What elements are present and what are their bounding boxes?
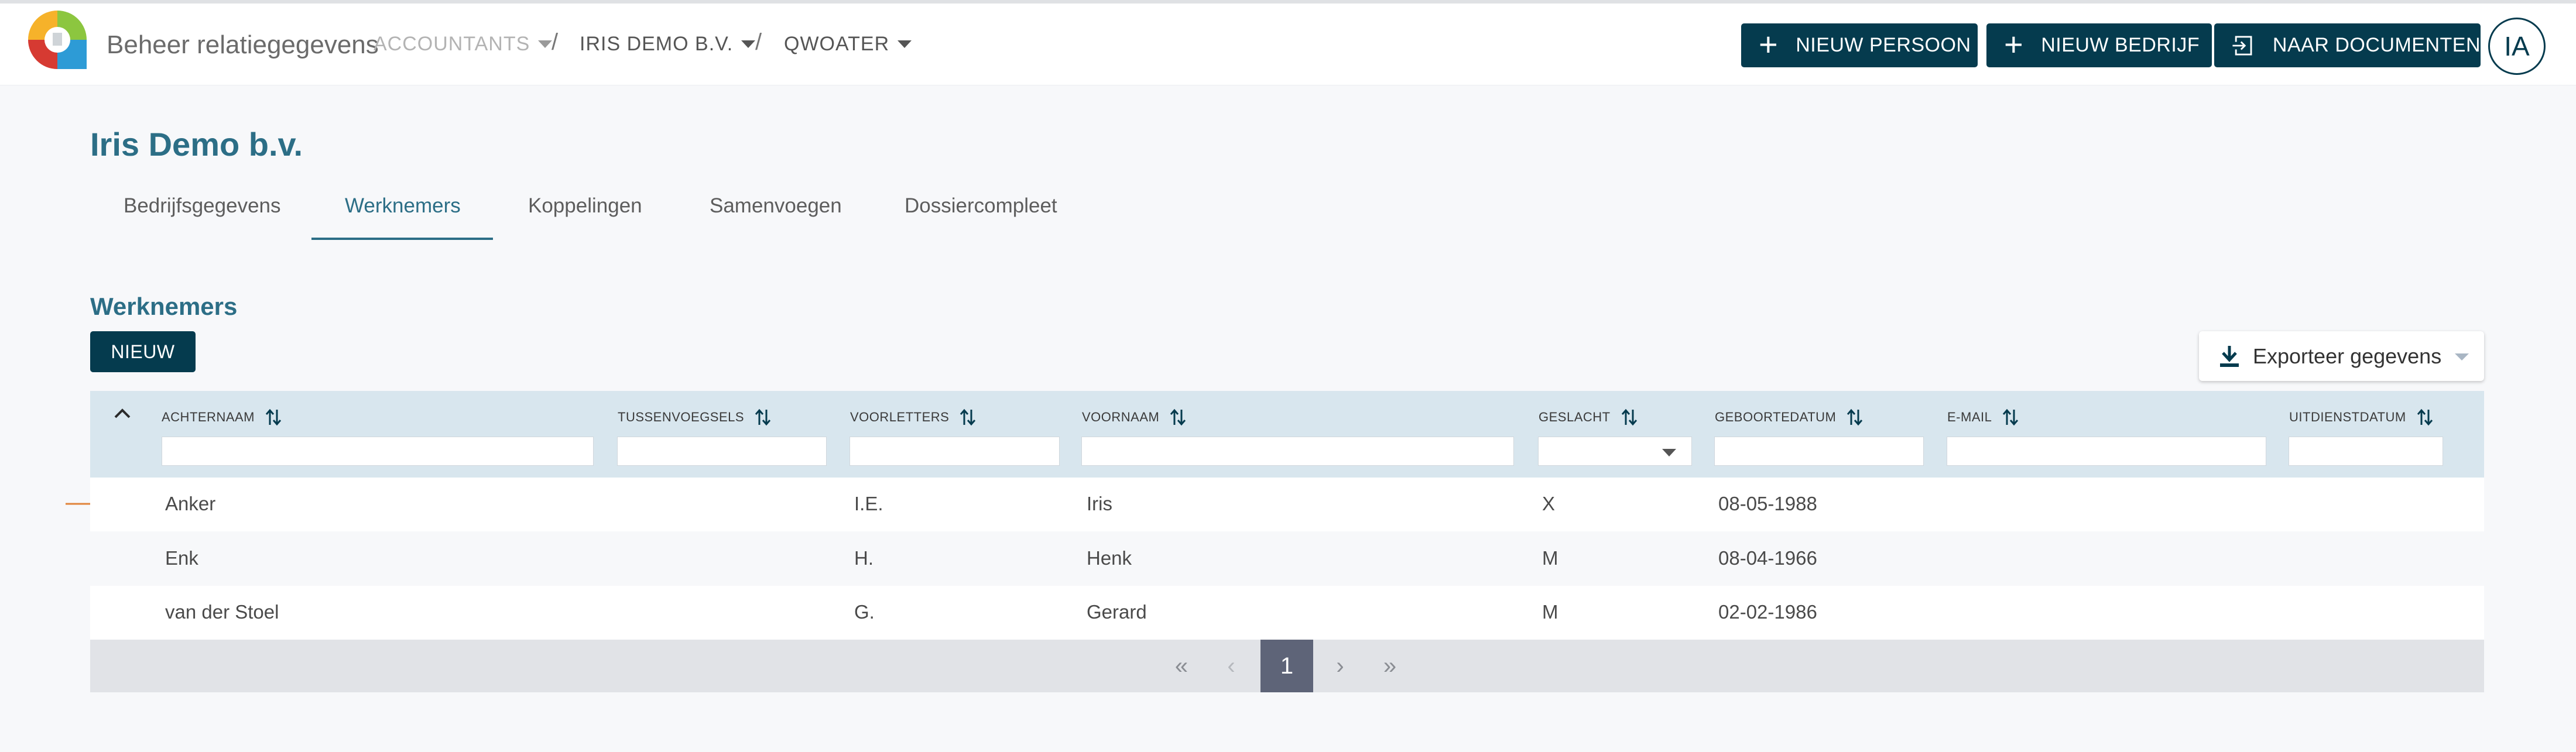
cell-voornaam: Henk [1087, 547, 1132, 569]
sort-icon [1847, 408, 1863, 426]
table-row[interactable]: van der Stoel G. Gerard M 02-02-1986 [90, 586, 2484, 640]
to-documents-label: NAAR DOCUMENTEN [2272, 34, 2481, 56]
caret-down-icon [741, 40, 756, 48]
cell-voorletters: I.E. [854, 493, 883, 514]
sort-icon [265, 408, 282, 426]
filter-geslacht-select[interactable] [1538, 437, 1692, 466]
app-header: Beheer relatiegegevens ACCOUNTANTS / IRI… [0, 4, 2576, 85]
cell-geslacht: M [1542, 547, 1558, 569]
table-row[interactable]: Enk H. Henk M 08-04-1966 [90, 532, 2484, 586]
breadcrumb-label: ACCOUNTANTS [374, 33, 530, 55]
filter-uitdienstdatum-input[interactable] [2289, 437, 2443, 466]
breadcrumb-label: QWOATER [784, 33, 890, 55]
sort-icon [1621, 408, 1637, 426]
breadcrumb-separator: / [755, 29, 762, 55]
cell-geslacht: X [1542, 493, 1556, 514]
tab-werknemers[interactable]: Werknemers [345, 194, 461, 218]
sort-icon [1170, 408, 1186, 426]
column-label: ACHTERNAAM [162, 410, 255, 424]
column-label: GESLACHT [1539, 410, 1611, 424]
cell-achternaam: van der Stoel [165, 601, 279, 623]
breadcrumb-qwoater[interactable]: QWOATER [784, 33, 912, 56]
tab-bedrijfsgegevens[interactable]: Bedrijfsgegevens [124, 194, 281, 218]
export-data-button[interactable]: Exporteer gegevens [2199, 331, 2484, 381]
cell-geboortedatum: 02-02-1986 [1718, 601, 1817, 623]
pagination: « ‹ 1 › » [90, 640, 2484, 692]
cell-geslacht: M [1542, 601, 1558, 623]
column-header-voornaam[interactable]: VOORNAAM [1082, 408, 1186, 426]
caret-down-icon [1662, 449, 1676, 456]
new-employee-button[interactable]: NIEUW [90, 331, 196, 372]
cell-voorletters: H. [854, 547, 873, 569]
filter-geboortedatum-input[interactable] [1714, 437, 1924, 466]
new-company-button[interactable]: + NIEUW BEDRIJF [1986, 23, 2212, 67]
column-header-geboortedatum[interactable]: GEBOORTEDATUM [1715, 408, 1863, 426]
cell-geboortedatum: 08-04-1966 [1718, 547, 1817, 569]
caret-down-icon [898, 40, 912, 48]
column-header-geslacht[interactable]: GESLACHT [1539, 408, 1638, 426]
to-documents-button[interactable]: NAAR DOCUMENTEN [2214, 23, 2481, 67]
tab-samenvoegen[interactable]: Samenvoegen [710, 194, 842, 218]
section-title: Werknemers [90, 293, 238, 320]
filter-tussenvoegsels-input[interactable] [617, 437, 827, 466]
plus-icon: + [2004, 25, 2024, 63]
new-person-label: NIEUW PERSOON [1796, 34, 1971, 56]
cell-voornaam: Iris [1087, 493, 1112, 514]
caret-down-icon [538, 40, 553, 48]
column-label: UITDIENSTDATUM [2289, 410, 2406, 424]
current-page-button[interactable]: 1 [1260, 640, 1313, 692]
cell-geboortedatum: 08-05-1988 [1718, 493, 1817, 514]
page-title: Iris Demo b.v. [90, 126, 303, 163]
cell-achternaam: Anker [165, 493, 216, 514]
table-row[interactable]: Anker I.E. Iris X 08-05-1988 [90, 478, 2484, 531]
breadcrumb-separator: / [551, 29, 559, 55]
column-header-email[interactable]: E-MAIL [1947, 408, 2019, 426]
cell-voorletters: G. [854, 601, 875, 623]
last-page-button[interactable]: » [1366, 640, 1413, 692]
filter-voornaam-input[interactable] [1081, 437, 1514, 466]
active-tab-indicator [311, 238, 493, 240]
column-label: TUSSENVOEGSELS [618, 410, 745, 424]
filter-email-input[interactable] [1947, 437, 2266, 466]
breadcrumb-label: IRIS DEMO B.V. [580, 33, 734, 55]
column-label: E-MAIL [1947, 410, 1992, 424]
new-person-button[interactable]: + NIEUW PERSOON [1741, 23, 1978, 67]
sort-icon [2003, 408, 2019, 426]
sort-icon [960, 408, 976, 426]
column-header-tussenvoegsels[interactable]: TUSSENVOEGSELS [618, 408, 771, 426]
cell-achternaam: Enk [165, 547, 198, 569]
column-header-uitdienstdatum[interactable]: UITDIENSTDATUM [2289, 408, 2433, 426]
plus-icon: + [1759, 25, 1779, 63]
first-page-button[interactable]: « [1158, 640, 1205, 692]
filter-achternaam-input[interactable] [162, 437, 594, 466]
caret-down-icon[interactable] [2455, 353, 2469, 360]
table-header: ACHTERNAAM TUSSENVOEGSELS VOORLETTERS VO… [90, 391, 2484, 478]
previous-page-button[interactable]: ‹ [1211, 640, 1252, 692]
column-label: GEBOORTEDATUM [1715, 410, 1837, 424]
column-header-voorletters[interactable]: VOORLETTERS [850, 408, 976, 426]
sort-icon [2417, 408, 2433, 426]
download-icon [2220, 345, 2239, 367]
app-title: Beheer relatiegegevens [107, 30, 379, 59]
user-avatar[interactable]: IA [2488, 18, 2546, 75]
breadcrumb-accountants[interactable]: ACCOUNTANTS [374, 33, 553, 56]
column-header-achternaam[interactable]: ACHTERNAAM [162, 408, 282, 426]
open-document-icon [2232, 35, 2252, 56]
next-page-button[interactable]: › [1320, 640, 1361, 692]
breadcrumb-company[interactable]: IRIS DEMO B.V. [580, 33, 756, 56]
column-label: VOORNAAM [1082, 410, 1160, 424]
export-label: Exporteer gegevens [2253, 344, 2442, 368]
sort-icon [755, 408, 771, 426]
app-logo-icon[interactable] [27, 9, 88, 70]
tab-bar: Bedrijfsgegevens Werknemers Koppelingen … [90, 187, 1085, 241]
column-label: VOORLETTERS [850, 410, 950, 424]
cell-voornaam: Gerard [1087, 601, 1147, 623]
tab-koppelingen[interactable]: Koppelingen [528, 194, 642, 218]
chevron-up-icon[interactable] [112, 406, 132, 420]
tab-dossiercompleet[interactable]: Dossiercompleet [905, 194, 1057, 218]
new-company-label: NIEUW BEDRIJF [2041, 34, 2200, 56]
filter-voorletters-input[interactable] [849, 437, 1060, 466]
